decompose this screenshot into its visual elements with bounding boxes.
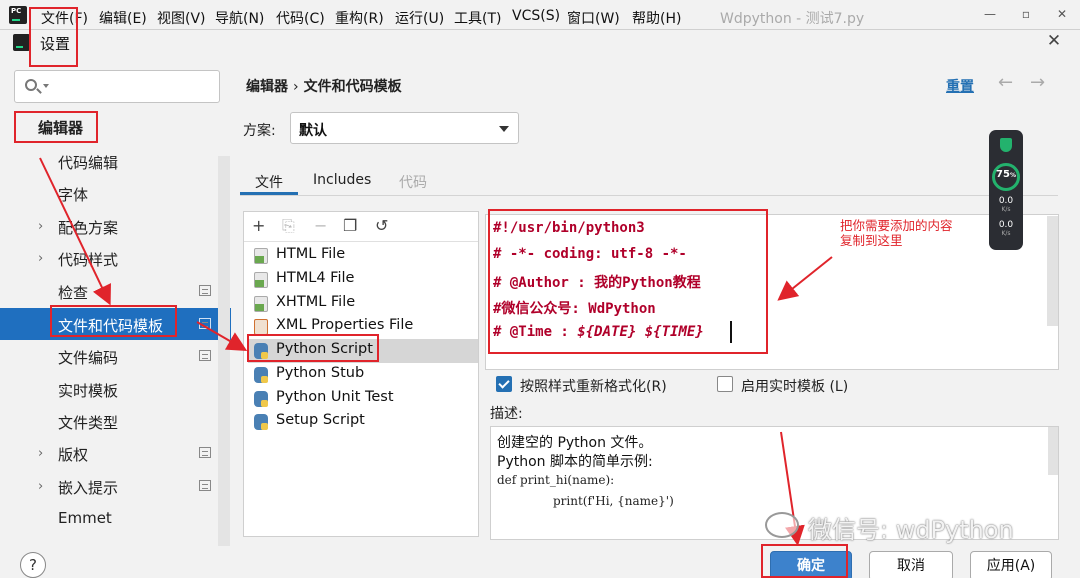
wechat-icon bbox=[765, 512, 799, 538]
screen: PC 文件(F) 编辑(E) 视图(V) 导航(N) 代码(C) 重构(R) 运… bbox=[0, 0, 1080, 578]
annotation-arrows bbox=[39, 157, 833, 546]
watermark: 微信号: wdPython bbox=[808, 516, 1014, 544]
arrow-templates-to-python-script bbox=[196, 321, 248, 352]
arrow-editor-to-templates bbox=[39, 157, 111, 306]
arrow-note-to-code bbox=[777, 256, 833, 301]
